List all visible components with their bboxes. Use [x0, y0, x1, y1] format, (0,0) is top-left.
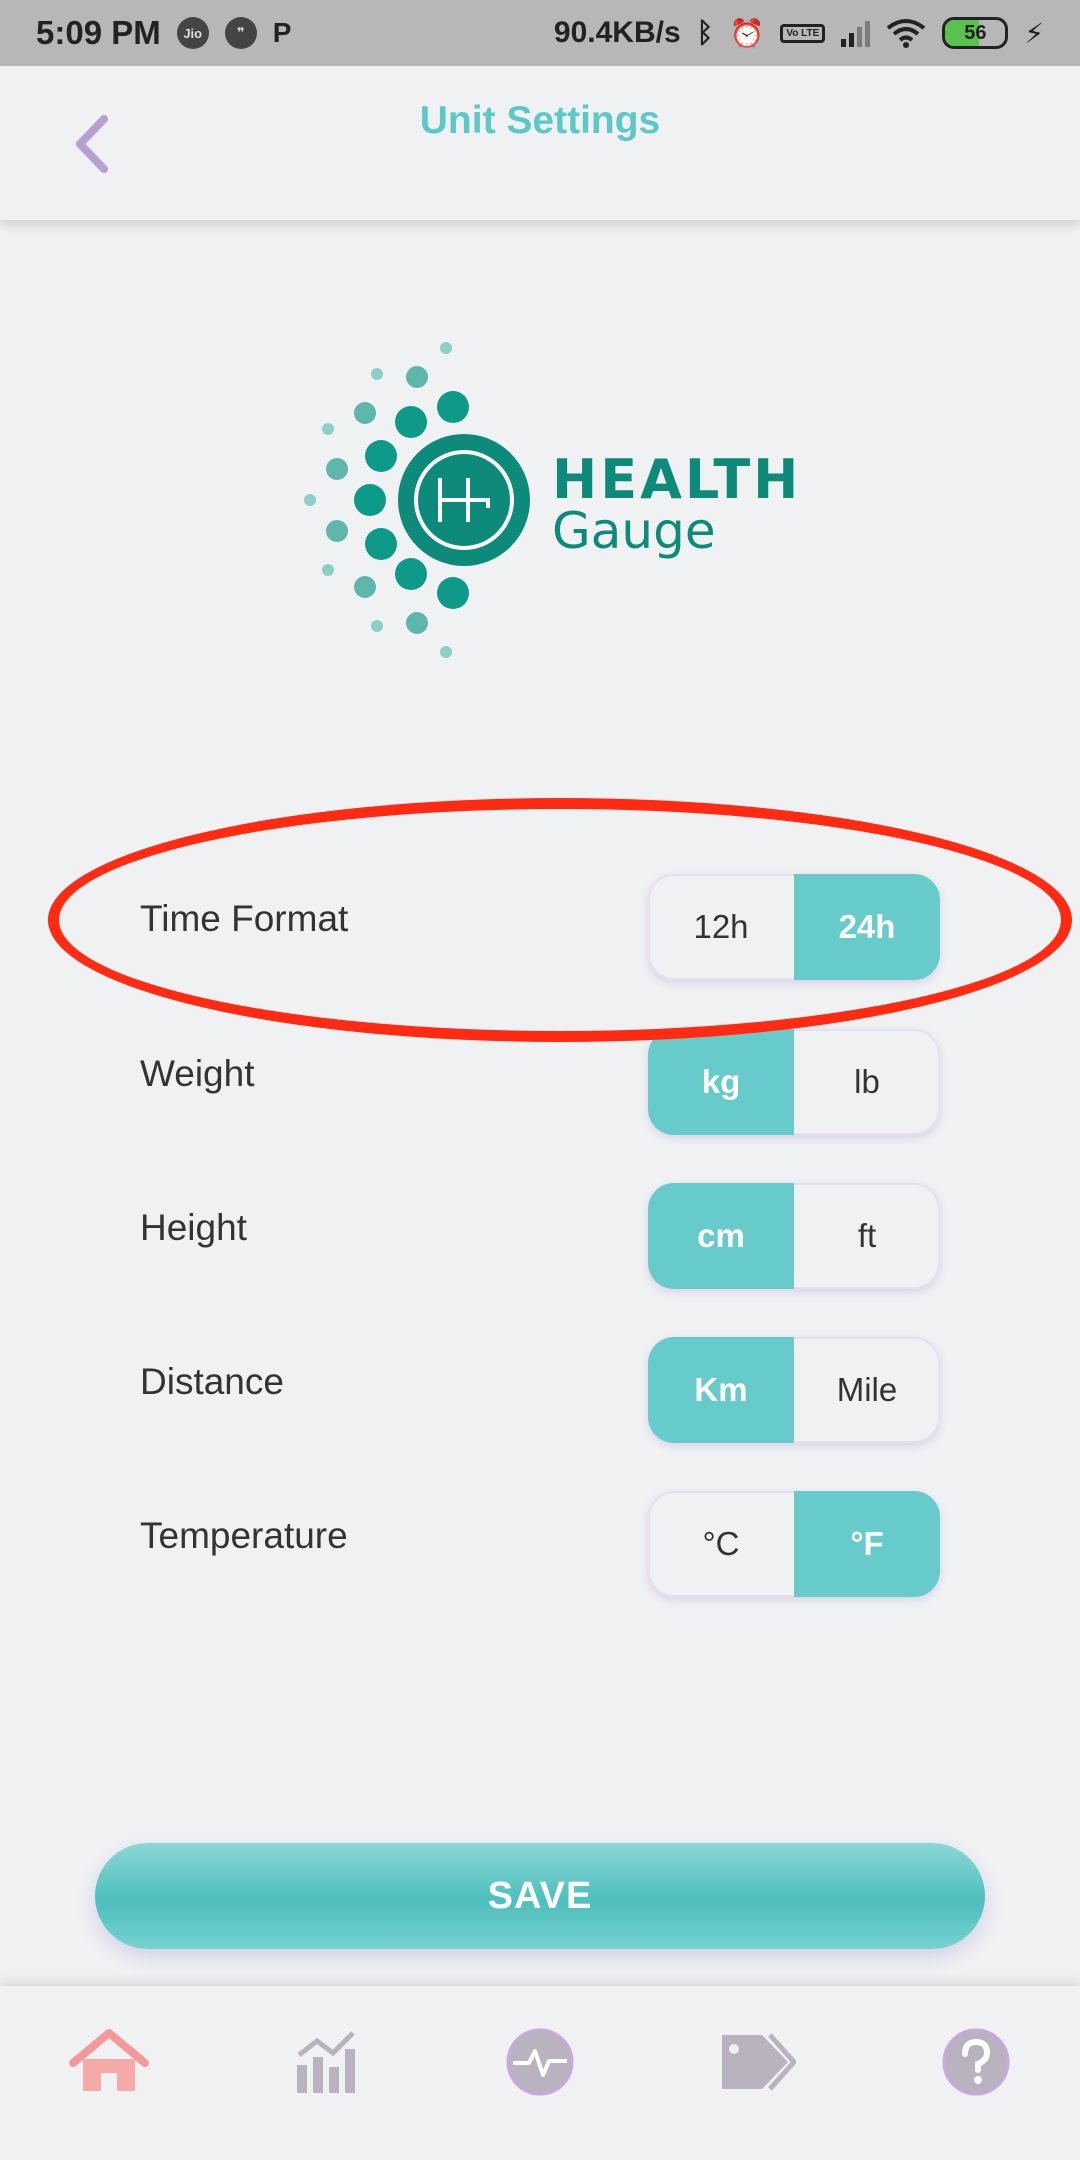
bluetooth-icon: ᛒ	[696, 17, 714, 48]
app-header: Unit Settings	[0, 66, 1080, 220]
chat-icon: ❞	[224, 17, 257, 49]
nav-stats[interactable]	[285, 2022, 371, 2102]
save-button[interactable]: SAVE	[95, 1843, 985, 1949]
signal-icon	[841, 19, 871, 47]
back-button[interactable]	[64, 112, 120, 176]
distance-toggle[interactable]: Km Mile	[648, 1337, 940, 1443]
heartbeat-icon	[506, 2028, 574, 2096]
paytm-icon: P	[272, 17, 292, 48]
jio-icon: Jio	[176, 17, 209, 49]
status-bar: 5:09 PM Jio ❞ P 90.4KB/s ᛒ ⏰ Vo LTE 56 ⚡	[0, 0, 1080, 66]
setting-row-temperature: Temperature °C °F	[0, 1491, 1080, 1601]
wifi-icon	[887, 19, 926, 48]
volte-icon: Vo LTE	[780, 23, 826, 43]
bottom-nav	[0, 1986, 1080, 2160]
logo-brand-gauge: Gauge	[552, 502, 716, 560]
temperature-toggle[interactable]: °C °F	[648, 1491, 940, 1597]
status-bar-left: 5:09 PM Jio ❞ P	[36, 14, 291, 52]
temperature-option-celsius[interactable]: °C	[648, 1491, 794, 1597]
network-speed: 90.4KB/s	[553, 16, 681, 49]
temperature-label: Temperature	[140, 1515, 348, 1556]
distance-option-km[interactable]: Km	[648, 1337, 794, 1443]
tags-icon	[722, 2033, 796, 2091]
setting-row-height: Height cm ft	[0, 1183, 1080, 1293]
nav-offers[interactable]	[714, 2022, 800, 2102]
weight-toggle[interactable]: kg lb	[648, 1029, 940, 1135]
distance-label: Distance	[140, 1361, 284, 1402]
page-title: Unit Settings	[419, 99, 661, 142]
distance-option-mile[interactable]: Mile	[794, 1337, 940, 1443]
setting-row-weight: Weight kg lb	[0, 1029, 1080, 1139]
height-label: Height	[140, 1207, 247, 1248]
help-icon	[942, 2028, 1010, 2096]
nav-home[interactable]	[66, 2022, 152, 2102]
status-bar-right: 90.4KB/s ᛒ ⏰ Vo LTE 56 ⚡	[554, 16, 1044, 50]
weight-label: Weight	[140, 1053, 255, 1094]
battery-level: 56	[964, 21, 987, 44]
temperature-option-fahrenheit[interactable]: °F	[794, 1491, 940, 1597]
setting-row-distance: Distance Km Mile	[0, 1337, 1080, 1447]
health-gauge-logo: HEALTH Gauge	[290, 330, 810, 670]
height-toggle[interactable]: cm ft	[648, 1183, 940, 1289]
home-icon	[69, 2029, 149, 2091]
logo-mark	[304, 342, 530, 658]
height-option-cm[interactable]: cm	[648, 1183, 794, 1289]
nav-help[interactable]	[933, 2022, 1019, 2102]
status-time: 5:09 PM	[36, 14, 161, 51]
stats-icon	[297, 2031, 355, 2093]
highlight-ellipse	[48, 798, 1072, 1042]
weight-option-kg[interactable]: kg	[648, 1029, 794, 1135]
nav-health[interactable]	[497, 2022, 583, 2102]
alarm-icon: ⏰	[729, 17, 765, 49]
weight-option-lb[interactable]: lb	[794, 1029, 940, 1135]
chevron-left-icon	[76, 115, 108, 173]
battery-icon: 56	[942, 17, 1009, 49]
charging-icon: ⚡	[1024, 17, 1044, 49]
height-option-ft[interactable]: ft	[794, 1183, 940, 1289]
